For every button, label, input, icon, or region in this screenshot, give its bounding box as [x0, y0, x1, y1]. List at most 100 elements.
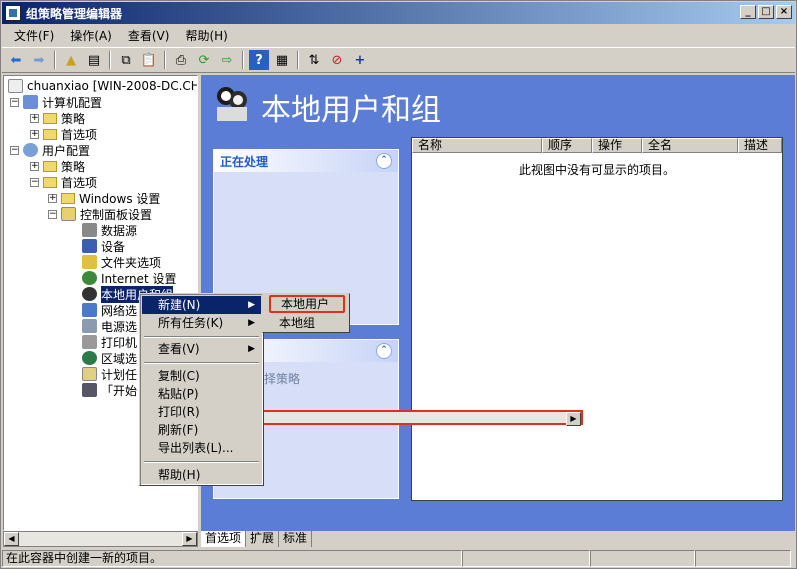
power-icon	[82, 319, 97, 333]
up-folder-icon[interactable]: ▲	[61, 50, 81, 70]
scroll-left-icon[interactable]: ◀	[4, 532, 19, 546]
properties-icon[interactable]: ▦	[272, 50, 292, 70]
col-order[interactable]: 顺序	[542, 138, 592, 153]
internet-icon	[82, 271, 97, 285]
scroll-right-icon[interactable]: ▶	[182, 532, 197, 546]
refresh-icon[interactable]: ⟳	[194, 50, 214, 70]
tree-computer-policies[interactable]: + 策略	[30, 110, 85, 126]
menu-copy[interactable]: 复制(C)	[142, 367, 261, 385]
tab-standard[interactable]: 标准	[279, 531, 313, 547]
collapse-chevron-icon[interactable]: ⌃	[376, 153, 392, 169]
expand-icon: +	[30, 112, 39, 123]
stop-icon[interactable]: ⊘	[327, 50, 347, 70]
menu-new[interactable]: 新建(N) ▶	[142, 296, 261, 314]
collapse-icon: −	[30, 176, 39, 187]
expand-icon: +	[30, 160, 39, 171]
col-action[interactable]: 操作	[592, 138, 642, 153]
devices-icon	[82, 239, 97, 253]
folder-options-icon	[82, 255, 97, 269]
add-icon[interactable]: +	[350, 50, 370, 70]
menu-paste[interactable]: 粘贴(P)	[142, 385, 261, 403]
help-icon[interactable]: ?	[249, 50, 269, 70]
menu-new-local-group[interactable]: 本地组	[269, 314, 345, 332]
view-tabs: 首选项 扩展 标准	[201, 531, 795, 547]
title-bar: 组策略管理编辑器 _ □ ×	[2, 2, 795, 24]
menu-print[interactable]: 打印(R)	[142, 403, 261, 421]
maximize-button[interactable]: □	[758, 5, 774, 19]
tree-computer-prefs[interactable]: + 首选项	[30, 126, 97, 142]
menu-export[interactable]: 导出列表(L)...	[142, 439, 261, 457]
window-title: 组策略管理编辑器	[26, 6, 123, 21]
tree-devices[interactable]: 设备	[82, 238, 125, 254]
export-icon[interactable]: ⇨	[217, 50, 237, 70]
menu-view[interactable]: 查看(V)	[120, 27, 178, 44]
print-icon[interactable]: ⎙	[171, 50, 191, 70]
move-icon[interactable]: ⇅	[304, 50, 324, 70]
policy-doc-icon	[8, 79, 23, 93]
list-hscrollbar[interactable]: ◀▶	[211, 410, 583, 426]
expand-icon: +	[48, 192, 57, 203]
printer-icon	[82, 335, 97, 349]
menu-help[interactable]: 帮助(H)	[177, 27, 235, 44]
folder-icon	[43, 112, 57, 124]
menu-all-tasks[interactable]: 所有任务(K) ▶	[142, 314, 261, 332]
submenu-arrow-icon: ▶	[248, 318, 255, 328]
tree-power[interactable]: 电源选	[82, 318, 137, 334]
copy-icon[interactable]: ⧉	[116, 50, 136, 70]
show-tree-icon[interactable]: ▤	[84, 50, 104, 70]
back-icon[interactable]: ⬅	[6, 50, 26, 70]
new-submenu: 本地用户 本地组	[262, 293, 350, 333]
tree-region[interactable]: 区域选	[82, 350, 137, 366]
menu-refresh[interactable]: 刷新(F)	[142, 421, 261, 439]
tree-control-panel[interactable]: − 控制面板设置	[48, 206, 152, 222]
tree-computer-config[interactable]: − 计算机配置	[10, 94, 102, 110]
folder-icon	[43, 160, 57, 172]
panel-title: 正在处理	[220, 154, 269, 169]
computer-icon	[23, 95, 38, 109]
tree-user-policies[interactable]: + 策略	[30, 158, 85, 174]
paste-icon[interactable]: 📋	[139, 50, 159, 70]
folder-icon	[61, 192, 75, 204]
menu-action[interactable]: 操作(A)	[62, 27, 120, 44]
tree-scheduled-tasks[interactable]: 计划任	[82, 366, 137, 382]
empty-message: 此视图中没有可显示的项目。	[518, 163, 675, 177]
tree-windows-settings[interactable]: + Windows 设置	[48, 190, 160, 206]
menu-file[interactable]: 文件(F)	[6, 27, 62, 44]
tree-user-config[interactable]: − 用户配置	[10, 142, 90, 158]
tree-user-prefs[interactable]: − 首选项	[30, 174, 97, 190]
tab-extended[interactable]: 扩展	[246, 531, 280, 547]
col-description[interactable]: 描述	[738, 138, 782, 153]
context-menu: 新建(N) ▶ 所有任务(K) ▶ 查看(V) ▶ 复制(C) 粘贴(P) 打印(R)…	[139, 293, 264, 486]
collapse-chevron-icon[interactable]: ⌃	[376, 343, 392, 359]
items-list[interactable]: 名称 顺序 操作 全名 描述 此视图中没有可显示的项目。	[411, 137, 783, 501]
users-header-icon	[217, 87, 247, 121]
menu-help-ctx[interactable]: 帮助(H)	[142, 466, 261, 484]
tab-preferences[interactable]: 首选项	[201, 531, 247, 547]
forward-icon[interactable]: ➡	[29, 50, 49, 70]
start-menu-icon	[82, 383, 97, 397]
col-name[interactable]: 名称	[412, 138, 542, 153]
tree-network[interactable]: 网络选	[82, 302, 137, 318]
close-button[interactable]: ×	[776, 5, 792, 19]
tree-folder-options[interactable]: 文件夹选项	[82, 254, 161, 270]
users-icon	[82, 287, 97, 301]
tree-datasource[interactable]: 数据源	[82, 222, 137, 238]
tree-start-menu[interactable]: 「开始	[82, 382, 137, 398]
collapse-icon: −	[10, 144, 19, 155]
menu-view-ctx[interactable]: 查看(V) ▶	[142, 340, 261, 358]
menu-new-local-user[interactable]: 本地用户	[269, 295, 345, 313]
page-title: 本地用户和组	[261, 93, 441, 128]
tree-hscrollbar[interactable]: ◀ ▶	[3, 531, 198, 547]
minimize-button[interactable]: _	[740, 5, 756, 19]
app-icon	[5, 5, 21, 21]
scroll-right-icon[interactable]: ▶	[566, 412, 581, 426]
folder-icon	[43, 128, 57, 140]
network-icon	[82, 303, 97, 317]
col-fullname[interactable]: 全名	[642, 138, 738, 153]
menu-bar: 文件(F) 操作(A) 查看(V) 帮助(H)	[2, 25, 795, 45]
tree-root[interactable]: chuanxiao [WIN-2008-DC.CHUAN	[8, 78, 197, 94]
tree-internet[interactable]: Internet 设置	[82, 270, 176, 286]
tree-printers[interactable]: 打印机	[82, 334, 137, 350]
datasource-icon	[82, 223, 97, 237]
status-text: 在此容器中创建一新的项目。	[2, 550, 462, 567]
